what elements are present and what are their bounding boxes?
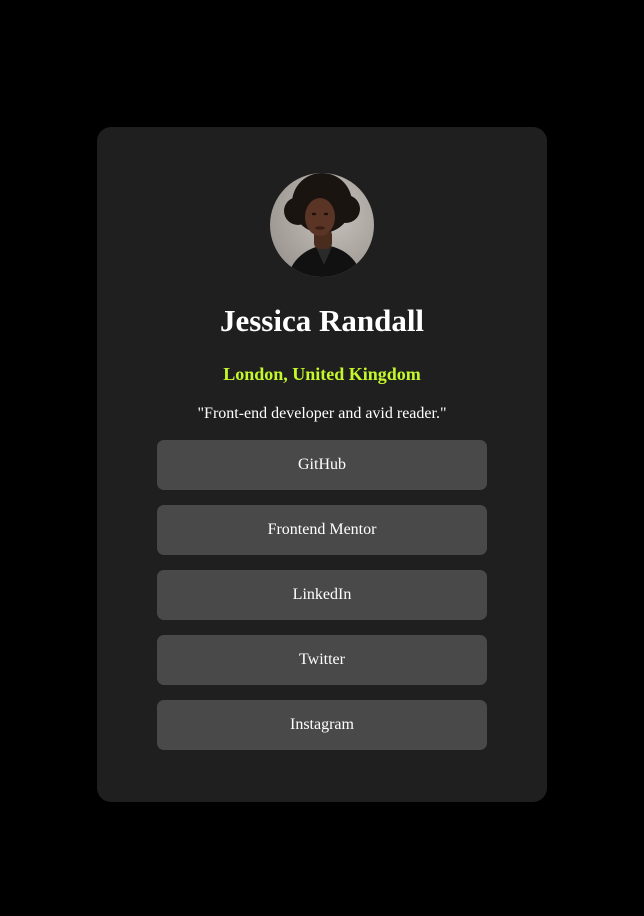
profile-name: Jessica Randall (219, 303, 425, 338)
frontend-mentor-link-button[interactable]: Frontend Mentor (157, 505, 487, 555)
profile-bio: "Front-end developer and avid reader." (197, 405, 447, 422)
github-link-button[interactable]: GitHub (157, 440, 487, 490)
instagram-link-button[interactable]: Instagram (157, 700, 487, 750)
avatar (270, 173, 374, 277)
profile-card: Jessica Randall London, United Kingdom "… (97, 127, 547, 802)
social-links-list: GitHub Frontend Mentor LinkedIn Twitter … (157, 440, 487, 765)
twitter-link-button[interactable]: Twitter (157, 635, 487, 685)
profile-location: London, United Kingdom (223, 364, 421, 384)
avatar-portrait-image (284, 173, 362, 277)
linkedin-link-button[interactable]: LinkedIn (157, 570, 487, 620)
